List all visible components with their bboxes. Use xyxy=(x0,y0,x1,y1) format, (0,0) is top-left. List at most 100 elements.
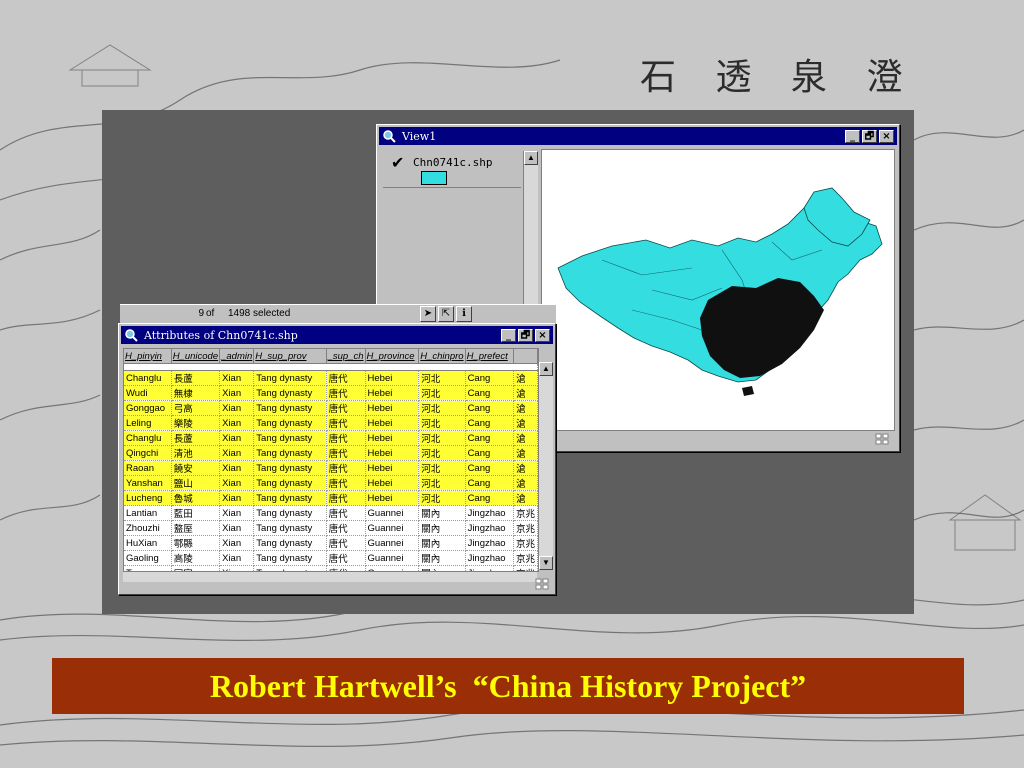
table-cell[interactable]: Tang dynasty xyxy=(253,445,327,461)
table-cell[interactable]: 鄠縣 xyxy=(171,535,221,551)
table-cell[interactable]: Qingchi xyxy=(124,445,172,461)
table-cell[interactable]: Hebei xyxy=(365,475,420,491)
table-cell[interactable]: Hebei xyxy=(365,430,420,446)
table-cell[interactable]: Tang dynasty xyxy=(253,430,327,446)
minimize-button[interactable]: _ xyxy=(845,129,860,143)
table-cell[interactable]: Cang xyxy=(465,415,514,431)
attributes-window[interactable]: Attributes of Chn0741c.shp _ 🗗 × H_pinyi… xyxy=(118,323,556,595)
table-cell[interactable]: 饒安 xyxy=(171,460,221,476)
table-cell[interactable]: 河北 xyxy=(418,490,466,506)
table-cell[interactable]: Jingzhao xyxy=(465,535,514,551)
table-cell[interactable]: Tang dynasty xyxy=(253,370,327,386)
scroll-up-icon[interactable]: ▲ xyxy=(539,362,553,376)
table-cell[interactable]: Xian xyxy=(219,430,255,446)
table-row[interactable]: HuXian 鄠縣 Xian Tang dynasty 唐代 Guannei 關內 Jingz… xyxy=(124,535,538,551)
table-cell[interactable]: 河北 xyxy=(418,400,466,416)
table-cell[interactable]: Guannei xyxy=(365,550,420,566)
table-cell[interactable]: 唐代 xyxy=(326,550,366,566)
table-cell[interactable]: Yanshan xyxy=(124,475,172,491)
table-cell[interactable]: Hebei xyxy=(365,385,420,401)
table-cell[interactable]: 關內 xyxy=(418,505,466,521)
scroll-down-icon[interactable]: ▼ xyxy=(539,556,553,570)
table-row[interactable]: Gaoling 高陵 Xian Tang dynasty 唐代 Guannei 關內 Jing… xyxy=(124,550,538,566)
attribute-table[interactable]: H_pinyin H_unicode _admin H_sup_prov _sup_ch… xyxy=(123,348,539,572)
pointer-tool-icon[interactable]: ➤ xyxy=(420,306,436,322)
table-cell[interactable]: 唐代 xyxy=(326,415,366,431)
table-cell[interactable]: 河北 xyxy=(418,385,466,401)
table-row[interactable]: Gonggao 弓高 Xian Tang dynasty 唐代 Hebei 河北 Cang 滄 xyxy=(124,400,538,416)
table-cell[interactable]: 無棣 xyxy=(171,385,221,401)
table-vertical-scrollbar[interactable]: ▲ ▼ xyxy=(539,362,553,570)
table-cell[interactable]: 滄 xyxy=(513,370,538,386)
table-cell[interactable]: Xian xyxy=(219,550,255,566)
column-header[interactable]: H_chinpro xyxy=(418,349,466,364)
table-cell[interactable]: 河北 xyxy=(418,445,466,461)
table-cell[interactable]: Gaoling xyxy=(124,550,172,566)
table-cell[interactable]: 滄 xyxy=(513,430,538,446)
map-canvas[interactable] xyxy=(541,149,895,431)
table-cell[interactable]: 河北 xyxy=(418,370,466,386)
table-cell[interactable]: Cang xyxy=(465,460,514,476)
table-cell[interactable]: Xian xyxy=(219,520,255,536)
table-cell[interactable]: Xian xyxy=(219,475,255,491)
layer-legend[interactable]: ✔ Chn0741c.shp xyxy=(383,151,521,188)
table-row[interactable]: Zhouzhi 盩厔 Xian Tang dynasty 唐代 Guannei 關內 Jing… xyxy=(124,520,538,536)
view-titlebar[interactable]: View1 _ 🗗 × xyxy=(379,127,897,145)
close-button[interactable]: × xyxy=(879,129,894,143)
table-row[interactable]: Wudi 無棣 Xian Tang dynasty 唐代 Hebei 河北 Cang 滄 xyxy=(124,385,538,401)
table-horizontal-scrollbar[interactable] xyxy=(123,572,537,582)
column-header[interactable]: _sup_ch xyxy=(326,349,366,364)
table-cell[interactable]: Hebei xyxy=(365,445,420,461)
scroll-up-icon[interactable]: ▲ xyxy=(524,151,538,165)
table-row[interactable]: Qingchi 清池 Xian Tang dynasty 唐代 Hebei 河北 Cang 滄 xyxy=(124,445,538,461)
table-cell[interactable]: 唐代 xyxy=(326,370,366,386)
table-cell[interactable]: 鹽山 xyxy=(171,475,221,491)
info-tool-icon[interactable]: ℹ xyxy=(456,306,472,322)
minimize-button[interactable]: _ xyxy=(501,328,516,342)
table-cell[interactable]: 唐代 xyxy=(326,475,366,491)
table-cell[interactable]: 關內 xyxy=(418,520,466,536)
table-cell[interactable]: 關內 xyxy=(418,550,466,566)
table-cell[interactable]: 滄 xyxy=(513,445,538,461)
resize-grip-icon[interactable] xyxy=(535,578,549,590)
table-cell[interactable]: 京兆 xyxy=(513,535,538,551)
table-cell[interactable]: Tang dynasty xyxy=(253,520,327,536)
table-cell[interactable]: Xian xyxy=(219,385,255,401)
column-header[interactable]: H_province xyxy=(365,349,420,364)
table-cell[interactable]: 清池 xyxy=(171,445,221,461)
table-cell[interactable]: Changlu xyxy=(124,430,172,446)
column-header[interactable]: _admin xyxy=(219,349,255,364)
table-cell[interactable]: 盩厔 xyxy=(171,520,221,536)
table-cell[interactable]: Hebei xyxy=(365,400,420,416)
table-cell[interactable]: Raoan xyxy=(124,460,172,476)
table-cell[interactable]: Tang dynasty xyxy=(253,400,327,416)
table-cell[interactable]: Hebei xyxy=(365,490,420,506)
table-cell[interactable]: 魯城 xyxy=(171,490,221,506)
table-row[interactable]: Yanshan 鹽山 Xian Tang dynasty 唐代 Hebei 河北 Cang 滄 xyxy=(124,475,538,491)
table-cell[interactable]: Xian xyxy=(219,505,255,521)
table-cell[interactable]: Wudi xyxy=(124,385,172,401)
table-row[interactable]: Lantian 藍田 Xian Tang dynasty 唐代 Guannei 關內 Jing… xyxy=(124,505,538,521)
table-cell[interactable]: 京兆 xyxy=(513,520,538,536)
table-cell[interactable]: Guannei xyxy=(365,505,420,521)
table-cell[interactable]: Xian xyxy=(219,445,255,461)
table-cell[interactable]: 唐代 xyxy=(326,430,366,446)
close-button[interactable]: × xyxy=(535,328,550,342)
table-cell[interactable]: Jingzhao xyxy=(465,520,514,536)
table-cell[interactable]: Tang dynasty xyxy=(253,460,327,476)
resize-grip-icon[interactable] xyxy=(875,433,889,445)
table-cell[interactable]: Tang dynasty xyxy=(253,505,327,521)
table-cell[interactable]: Cang xyxy=(465,475,514,491)
table-cell[interactable]: Jingzhao xyxy=(465,550,514,566)
table-cell[interactable]: Hebei xyxy=(365,460,420,476)
table-cell[interactable]: 唐代 xyxy=(326,490,366,506)
table-cell[interactable]: Changlu xyxy=(124,370,172,386)
table-cell[interactable]: Guannei xyxy=(365,535,420,551)
table-cell[interactable]: 長蘆 xyxy=(171,370,221,386)
table-cell[interactable]: Guannei xyxy=(365,520,420,536)
column-header[interactable]: H_prefect xyxy=(465,349,514,364)
table-cell[interactable]: Cang xyxy=(465,490,514,506)
table-cell[interactable]: 滄 xyxy=(513,415,538,431)
table-cell[interactable]: Jingzhao xyxy=(465,505,514,521)
table-cell[interactable]: Lucheng xyxy=(124,490,172,506)
